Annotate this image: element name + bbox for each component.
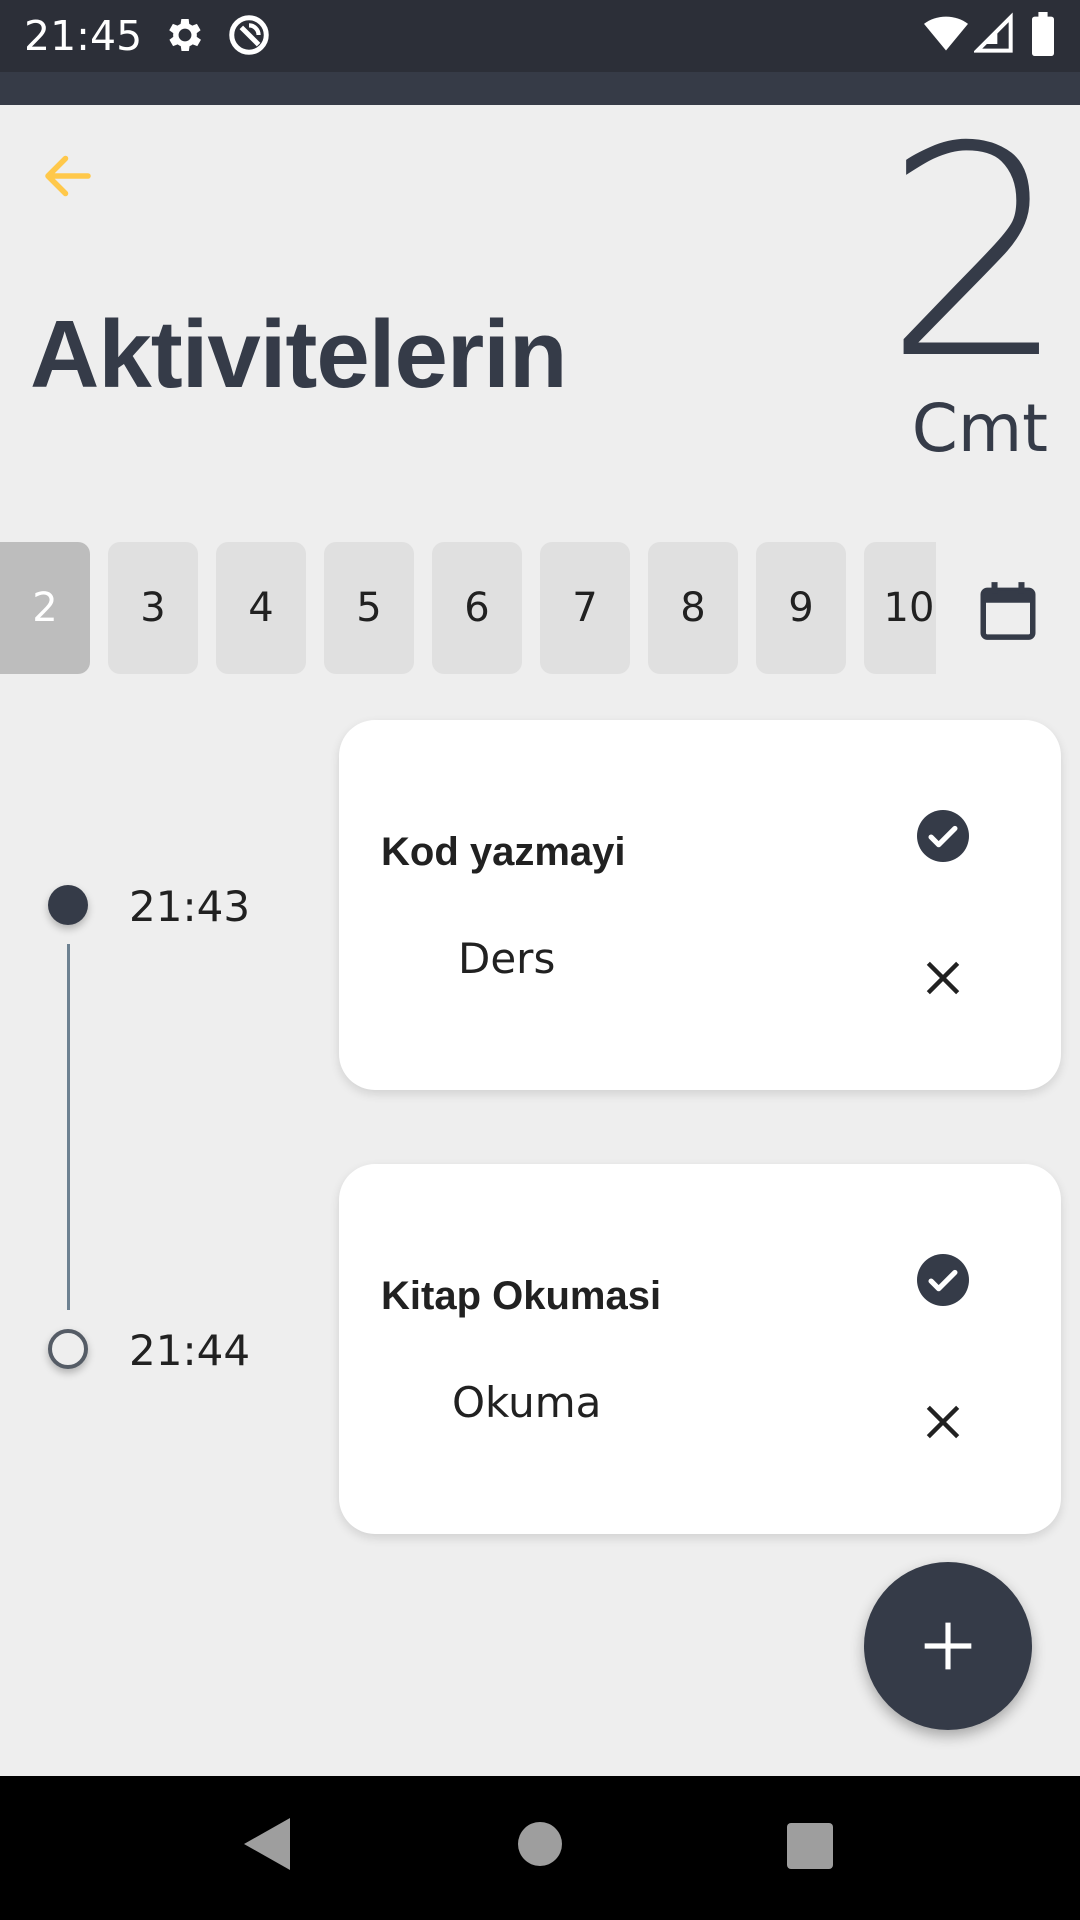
- system-nav-bar: [0, 1776, 1080, 1920]
- day-selector: 2 3 4 5 6 7 8 9 10: [0, 542, 936, 674]
- plus-icon: [924, 1622, 972, 1670]
- close-icon[interactable]: [921, 956, 965, 1000]
- battery-icon: [1030, 12, 1056, 61]
- day-chip[interactable]: 6: [432, 542, 522, 674]
- day-chip[interactable]: 3: [108, 542, 198, 674]
- wifi-icon: [924, 12, 968, 61]
- activity-title: Kitap Okumasi: [381, 1274, 662, 1318]
- activity-category: Okuma: [452, 1378, 602, 1427]
- check-circle-icon[interactable]: [917, 810, 969, 862]
- timeline-time: 21:44: [129, 1326, 251, 1375]
- status-bar: 21:45: [0, 0, 1080, 72]
- activity-card[interactable]: Kod yazmayi Ders: [339, 720, 1061, 1090]
- add-activity-button[interactable]: [864, 1562, 1032, 1730]
- timeline-line: [67, 944, 70, 1310]
- day-chip[interactable]: 4: [216, 542, 306, 674]
- back-triangle-icon[interactable]: [244, 1818, 290, 1875]
- sync-off-icon: [226, 12, 272, 63]
- day-chip[interactable]: 8: [648, 542, 738, 674]
- home-circle-icon[interactable]: [518, 1822, 562, 1871]
- signal-icon: [972, 12, 1014, 61]
- activity-card[interactable]: Kitap Okumasi Okuma: [339, 1164, 1061, 1534]
- day-chip[interactable]: 5: [324, 542, 414, 674]
- check-circle-icon[interactable]: [917, 1254, 969, 1306]
- calendar-icon[interactable]: [975, 578, 1041, 644]
- day-chip[interactable]: 2: [0, 542, 90, 674]
- day-chip[interactable]: 10: [864, 542, 936, 674]
- timeline-time: 21:43: [129, 882, 251, 931]
- page-title: Aktivitelerin: [30, 301, 568, 408]
- back-arrow-icon[interactable]: [38, 146, 98, 206]
- selected-day-name: Cmt: [911, 390, 1048, 467]
- close-icon[interactable]: [921, 1400, 965, 1444]
- activity-category: Ders: [458, 934, 556, 983]
- recents-square-icon[interactable]: [787, 1823, 833, 1874]
- activity-title: Kod yazmayi: [381, 830, 626, 874]
- timeline-dot-pending: [48, 1329, 88, 1369]
- selected-day-number: 2: [883, 86, 1068, 423]
- status-time: 21:45: [24, 12, 143, 60]
- timeline-dot-completed: [48, 885, 88, 925]
- gear-icon: [163, 12, 207, 63]
- day-chip[interactable]: 9: [756, 542, 846, 674]
- day-chip[interactable]: 7: [540, 542, 630, 674]
